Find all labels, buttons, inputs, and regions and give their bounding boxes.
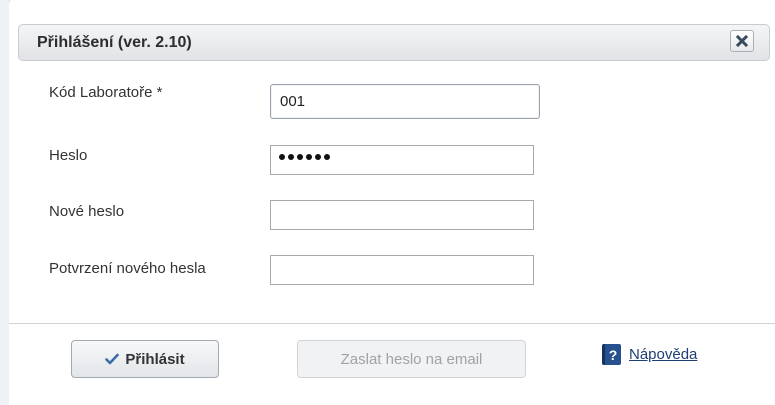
help-book-icon: ? xyxy=(602,344,621,365)
new-password-input[interactable] xyxy=(270,200,534,230)
dialog-titlebar[interactable]: Přihlášení (ver. 2.10) xyxy=(18,24,770,61)
close-button[interactable] xyxy=(730,30,754,52)
lab-code-label: Kód Laboratoře * xyxy=(49,84,163,101)
login-button[interactable]: Přihlásit xyxy=(71,340,219,378)
password-dot xyxy=(324,154,330,160)
dialog-title: Přihlášení (ver. 2.10) xyxy=(37,34,192,51)
new-password-label: Nové heslo xyxy=(49,203,125,220)
help-link-label: Nápověda xyxy=(629,346,698,363)
password-dot xyxy=(279,154,285,160)
password-label: Heslo xyxy=(49,147,88,164)
close-icon xyxy=(736,35,748,47)
checkmark-icon xyxy=(105,353,120,365)
password-dot xyxy=(288,154,294,160)
send-password-email-label: Zaslat heslo na email xyxy=(340,350,483,368)
login-button-label: Přihlásit xyxy=(125,350,185,368)
password-dot xyxy=(315,154,321,160)
screen: Přihlášení (ver. 2.10) Kód Laboratoře * … xyxy=(0,0,775,405)
help-link[interactable]: ? Nápověda xyxy=(602,344,697,365)
password-dot xyxy=(306,154,312,160)
password-mask xyxy=(279,154,330,160)
send-password-email-button[interactable]: Zaslat heslo na email xyxy=(297,340,526,378)
lab-code-input[interactable] xyxy=(270,84,540,119)
confirm-password-input[interactable] xyxy=(270,255,534,285)
password-dot xyxy=(297,154,303,160)
footer-divider xyxy=(9,323,775,324)
confirm-password-label: Potvrzení nového hesla xyxy=(49,260,206,277)
password-input[interactable] xyxy=(270,145,534,175)
